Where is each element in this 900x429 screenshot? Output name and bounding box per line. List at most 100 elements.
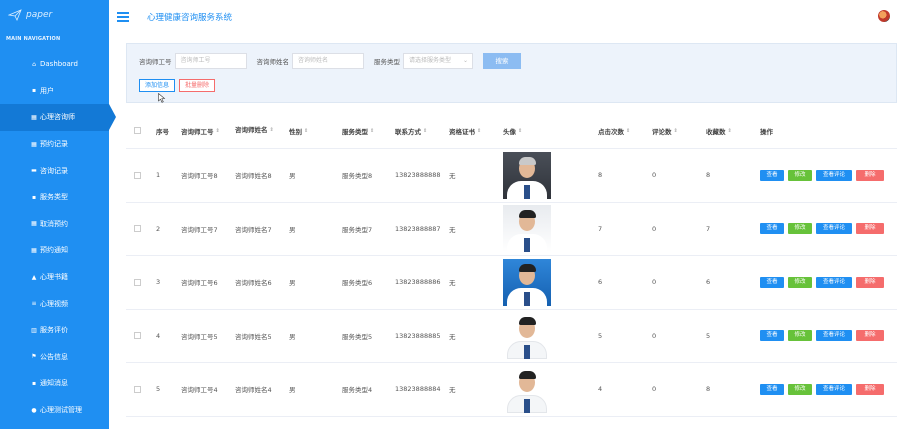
cell-phone: 13823888884 xyxy=(395,385,441,394)
sidebar-item-books[interactable]: ▲ 心理书籍 xyxy=(0,264,109,291)
header-clicks[interactable]: 点击次数 ⇕ xyxy=(598,113,630,148)
cell-photo xyxy=(503,203,551,256)
add-button[interactable]: 添加信息 xyxy=(139,79,176,92)
sidebar-item-messages[interactable]: ▪ 通知消息 xyxy=(0,370,109,397)
paper-plane-icon xyxy=(8,9,22,21)
cell-phone: 13823888885 xyxy=(395,331,441,340)
grid-icon: ▦ xyxy=(31,220,37,228)
cell-job-no: 咨询师工号6 xyxy=(181,279,218,288)
delete-button[interactable]: 删除 xyxy=(856,223,884,235)
header-comments[interactable]: 评论数 ⇕ xyxy=(652,113,678,148)
logo[interactable]: paper xyxy=(0,0,109,30)
view-reviews-button[interactable]: 查看评论 xyxy=(816,276,852,288)
delete-button[interactable]: 删除 xyxy=(856,169,884,181)
header-name[interactable]: 咨询师姓名 ⇕ xyxy=(235,113,283,148)
cell-job-no: 咨询师工号8 xyxy=(181,172,218,181)
counselor-photo[interactable] xyxy=(503,365,551,413)
sidebar-item-tests[interactable]: ● 心理测试管理 xyxy=(0,397,109,424)
sidebar-item-consultations[interactable]: ▬ 咨询记录 xyxy=(0,157,109,184)
row-checkbox[interactable] xyxy=(134,203,141,256)
view-reviews-button[interactable]: 查看评论 xyxy=(816,383,852,395)
home-icon: ⌂ xyxy=(32,60,36,68)
person-icon: ▲ xyxy=(31,273,37,281)
view-reviews-button[interactable]: 查看评论 xyxy=(816,223,852,235)
header-gender[interactable]: 性别 ⇕ xyxy=(289,113,308,148)
user-group-icon: ▪ xyxy=(31,87,37,95)
cell-job-no: 咨询师工号5 xyxy=(181,332,218,341)
sidebar-item-dashboard[interactable]: ⌂ Dashboard xyxy=(0,51,109,78)
view-button[interactable]: 查看 xyxy=(760,276,784,288)
cell-clicks: 6 xyxy=(598,278,603,287)
header-actions: 操作 xyxy=(760,127,773,136)
service-type-select[interactable]: 请选择服务类型 ⌄ xyxy=(403,53,473,69)
cell-name: 咨询师姓名7 xyxy=(235,225,272,234)
counselor-photo[interactable] xyxy=(503,258,551,306)
name-input[interactable]: 咨询师姓名 xyxy=(292,53,364,69)
delete-button[interactable]: 删除 xyxy=(856,330,884,342)
header-service[interactable]: 服务类型 ⇕ xyxy=(342,113,374,148)
header-phone[interactable]: 联系方式 ⇕ xyxy=(395,113,427,148)
edit-button[interactable]: 修改 xyxy=(788,383,812,395)
sidebar-item-videos[interactable]: ≡ 心理视频 xyxy=(0,290,109,317)
name-label: 咨询师姓名 xyxy=(256,58,290,66)
search-button[interactable]: 搜索 xyxy=(483,53,521,69)
chevron-down-icon: ⌄ xyxy=(462,57,468,64)
select-all-checkbox[interactable] xyxy=(134,113,141,148)
cell-cert: 无 xyxy=(449,332,456,341)
sort-icon: ⇕ xyxy=(215,127,220,134)
batch-delete-button[interactable]: 批量删除 xyxy=(179,79,216,92)
sidebar-item-label: 心理咨询师 xyxy=(40,113,75,122)
header-job-no[interactable]: 咨询师工号 ⇕ xyxy=(181,113,220,148)
sidebar: paper MAIN NAVIGATION ⌂ Dashboard ▪ 用户 ▦ 心理… xyxy=(0,0,116,429)
counselor-table: 序号 咨询师工号 ⇕ 咨询师姓名 ⇕ 性别 ⇕ 服务类型 ⇕ 联系方式 ⇕ 资格证书 ⇕ 头… xyxy=(126,113,897,417)
sidebar-item-label: 心理视频 xyxy=(40,299,68,308)
header-cert[interactable]: 资格证书 ⇕ xyxy=(449,113,481,148)
sidebar-item-users[interactable]: ▪ 用户 xyxy=(0,78,109,105)
row-checkbox[interactable] xyxy=(134,363,141,416)
cell-favorites: 8 xyxy=(706,385,711,394)
row-checkbox[interactable] xyxy=(134,149,141,202)
cell-favorites: 5 xyxy=(706,331,711,340)
cell-cert: 无 xyxy=(449,225,456,234)
view-button[interactable]: 查看 xyxy=(760,383,784,395)
counselor-photo[interactable] xyxy=(503,312,551,360)
cell-index: 4 xyxy=(156,331,161,340)
edit-button[interactable]: 修改 xyxy=(788,223,812,235)
header-favorites[interactable]: 收藏数 ⇕ xyxy=(706,113,732,148)
avatar[interactable] xyxy=(878,10,890,22)
counselor-photo[interactable] xyxy=(503,151,551,199)
delete-button[interactable]: 删除 xyxy=(856,383,884,395)
menu-toggle-icon[interactable] xyxy=(117,12,129,22)
search-row: 咨询师工号 咨询师工号 咨询师姓名 咨询师姓名 服务类型 请选择服务类型 ⌄ 搜… xyxy=(139,53,521,69)
view-reviews-button[interactable]: 查看评论 xyxy=(816,330,852,342)
sidebar-item-announcements[interactable]: ⚑ 公告信息 xyxy=(0,344,109,371)
sidebar-item-appointments[interactable]: ▦ 预约记录 xyxy=(0,131,109,158)
view-button[interactable]: 查看 xyxy=(760,223,784,235)
cell-phone: 13823888886 xyxy=(395,278,441,287)
cell-name: 咨询师姓名6 xyxy=(235,279,272,288)
view-button[interactable]: 查看 xyxy=(760,169,784,181)
sidebar-item-service-types[interactable]: ▪ 服务类型 xyxy=(0,184,109,211)
edit-button[interactable]: 修改 xyxy=(788,330,812,342)
view-reviews-button[interactable]: 查看评论 xyxy=(816,169,852,181)
job-no-input[interactable]: 咨询师工号 xyxy=(174,53,247,69)
sidebar-menu: ⌂ Dashboard ▪ 用户 ▦ 心理咨询师 ▦ 预约记录 ▬ 咨询记录 ▪ 服务类型 … xyxy=(0,51,116,424)
sidebar-item-cancel-appointment[interactable]: ▦ 取消预约 xyxy=(0,211,109,238)
cell-service: 服务类型7 xyxy=(342,225,373,234)
row-checkbox[interactable] xyxy=(134,310,141,363)
logo-text: paper xyxy=(26,10,53,20)
app-title: 心理健康咨询服务系统 xyxy=(147,13,233,23)
row-checkbox[interactable] xyxy=(134,256,141,309)
sidebar-item-appointment-notices[interactable]: ▦ 预约通知 xyxy=(0,237,109,264)
edit-button[interactable]: 修改 xyxy=(788,276,812,288)
sidebar-item-label: 心理书籍 xyxy=(40,273,68,282)
delete-button[interactable]: 删除 xyxy=(856,276,884,288)
sidebar-item-counselors[interactable]: ▦ 心理咨询师 xyxy=(0,104,116,131)
view-button[interactable]: 查看 xyxy=(760,330,784,342)
cell-index: 3 xyxy=(156,278,161,287)
edit-button[interactable]: 修改 xyxy=(788,169,812,181)
sidebar-item-reviews[interactable]: ▥ 服务评价 xyxy=(0,317,109,344)
grid-icon: ▦ xyxy=(31,140,37,148)
counselor-photo[interactable] xyxy=(503,205,551,253)
header-photo[interactable]: 头像 ⇕ xyxy=(503,113,522,148)
